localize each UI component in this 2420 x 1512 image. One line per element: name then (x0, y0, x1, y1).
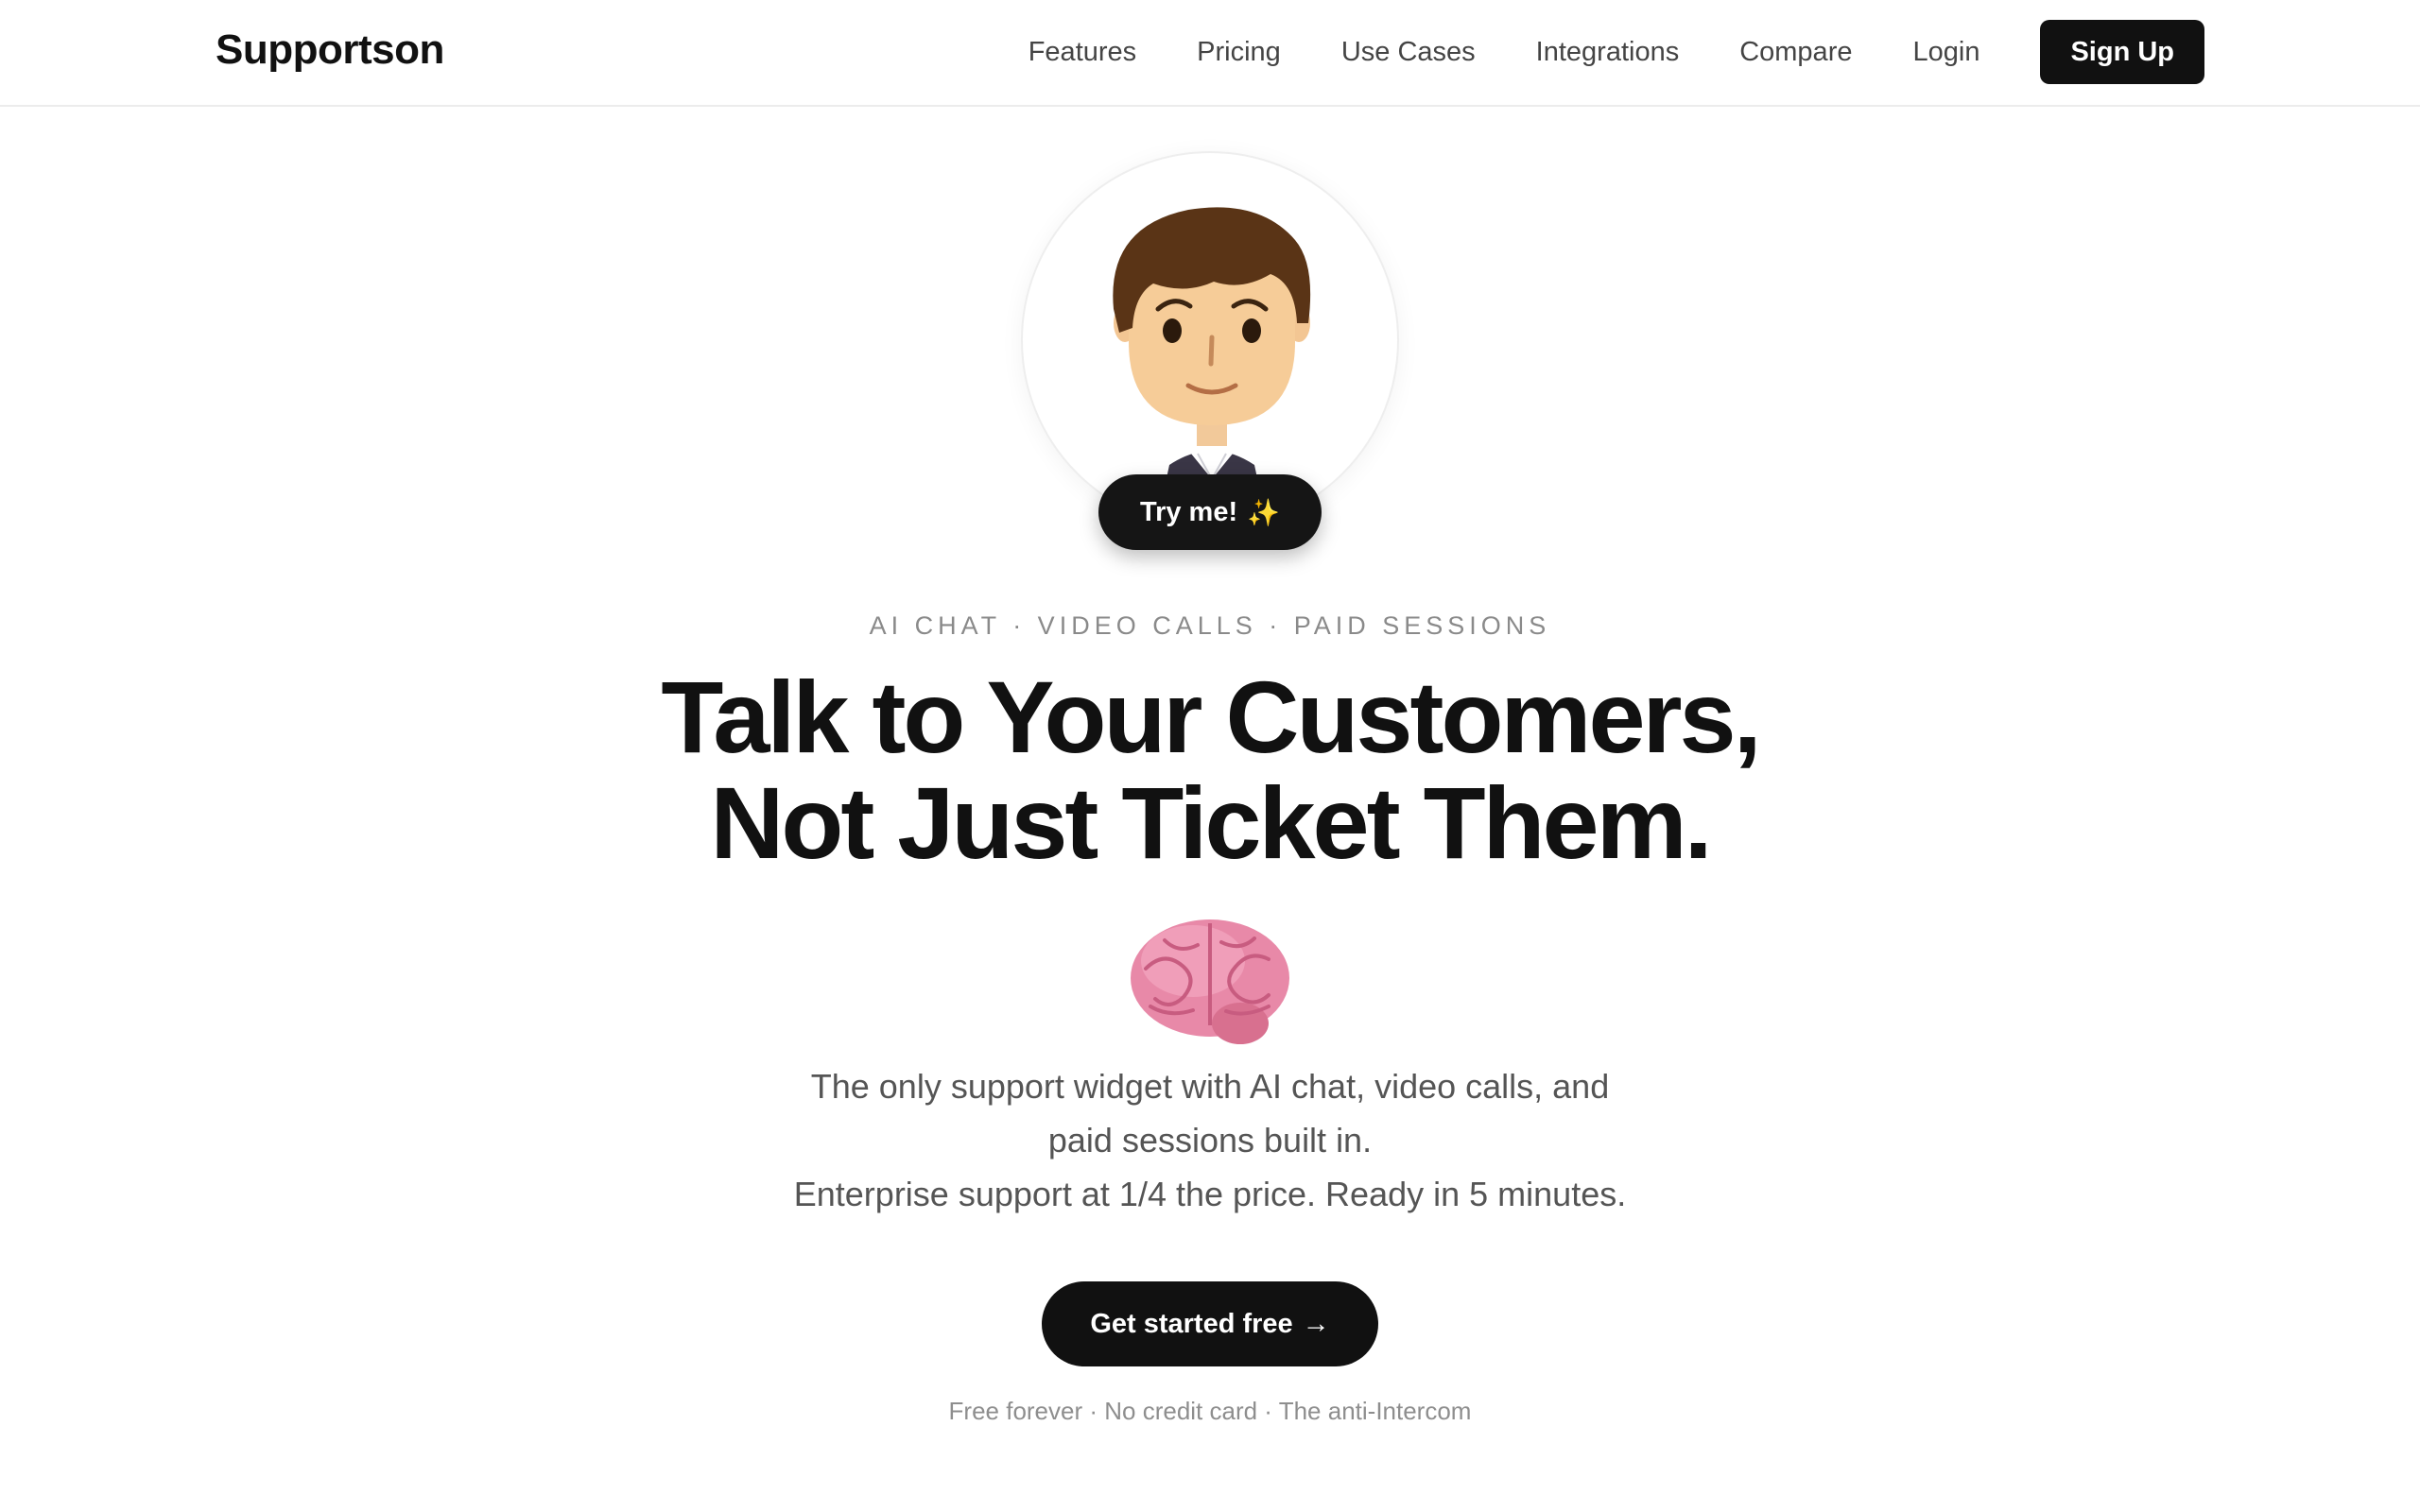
headline-line-2: Not Just Ticket Them. (710, 765, 1712, 880)
nav-link-integrations[interactable]: Integrations (1536, 37, 1680, 68)
nav-link-features[interactable]: Features (1028, 37, 1136, 68)
cartoon-support-agent-avatar-icon (1113, 207, 1311, 527)
try-me-button[interactable]: Try me! ✨ (1098, 474, 1322, 550)
hero-headline: Talk to Your Customers, Not Just Ticket … (0, 664, 2420, 876)
sparkles-icon: ✨ (1247, 497, 1281, 527)
main-nav: Features Pricing Use Cases Integrations … (968, 0, 2420, 104)
subcopy-line-2: paid sessions built in. (1047, 1121, 1373, 1160)
get-started-free-button[interactable]: Get started free → (1042, 1281, 1378, 1366)
try-me-label: Try me! (1139, 496, 1238, 527)
hero-subcopy: The only support widget with AI chat, vi… (737, 1059, 1683, 1221)
arrow-right-icon: → (1302, 1308, 1330, 1339)
nav-link-login[interactable]: Login (1912, 37, 1979, 68)
nav-link-compare[interactable]: Compare (1739, 37, 1852, 68)
feature-eyebrow: AI CHAT · VIDEO CALLS · PAID SESSIONS (869, 611, 1551, 640)
brain-icon (1131, 919, 1289, 1044)
sign-up-button[interactable]: Sign Up (2040, 20, 2204, 84)
subcopy-line-3: Enterprise support at 1/4 the price. Rea… (793, 1175, 1627, 1213)
top-navigation-bar: Supportson Features Pricing Use Cases In… (0, 0, 2420, 107)
nav-link-use-cases[interactable]: Use Cases (1341, 37, 1476, 68)
hero-section: Try me! ✨ AI CHAT · VIDEO CALLS · PAID S… (0, 107, 2420, 1512)
brand-logo[interactable]: Supportson (216, 26, 444, 74)
hero-fineprint: Free forever · No credit card · The anti… (948, 1397, 1472, 1425)
cta-label: Get started free (1090, 1308, 1293, 1339)
agent-avatar[interactable] (1021, 151, 1399, 529)
subcopy-line-1: The only support widget with AI chat, vi… (810, 1067, 1610, 1106)
nav-link-pricing[interactable]: Pricing (1197, 37, 1281, 68)
headline-line-1: Talk to Your Customers, (661, 660, 1761, 774)
